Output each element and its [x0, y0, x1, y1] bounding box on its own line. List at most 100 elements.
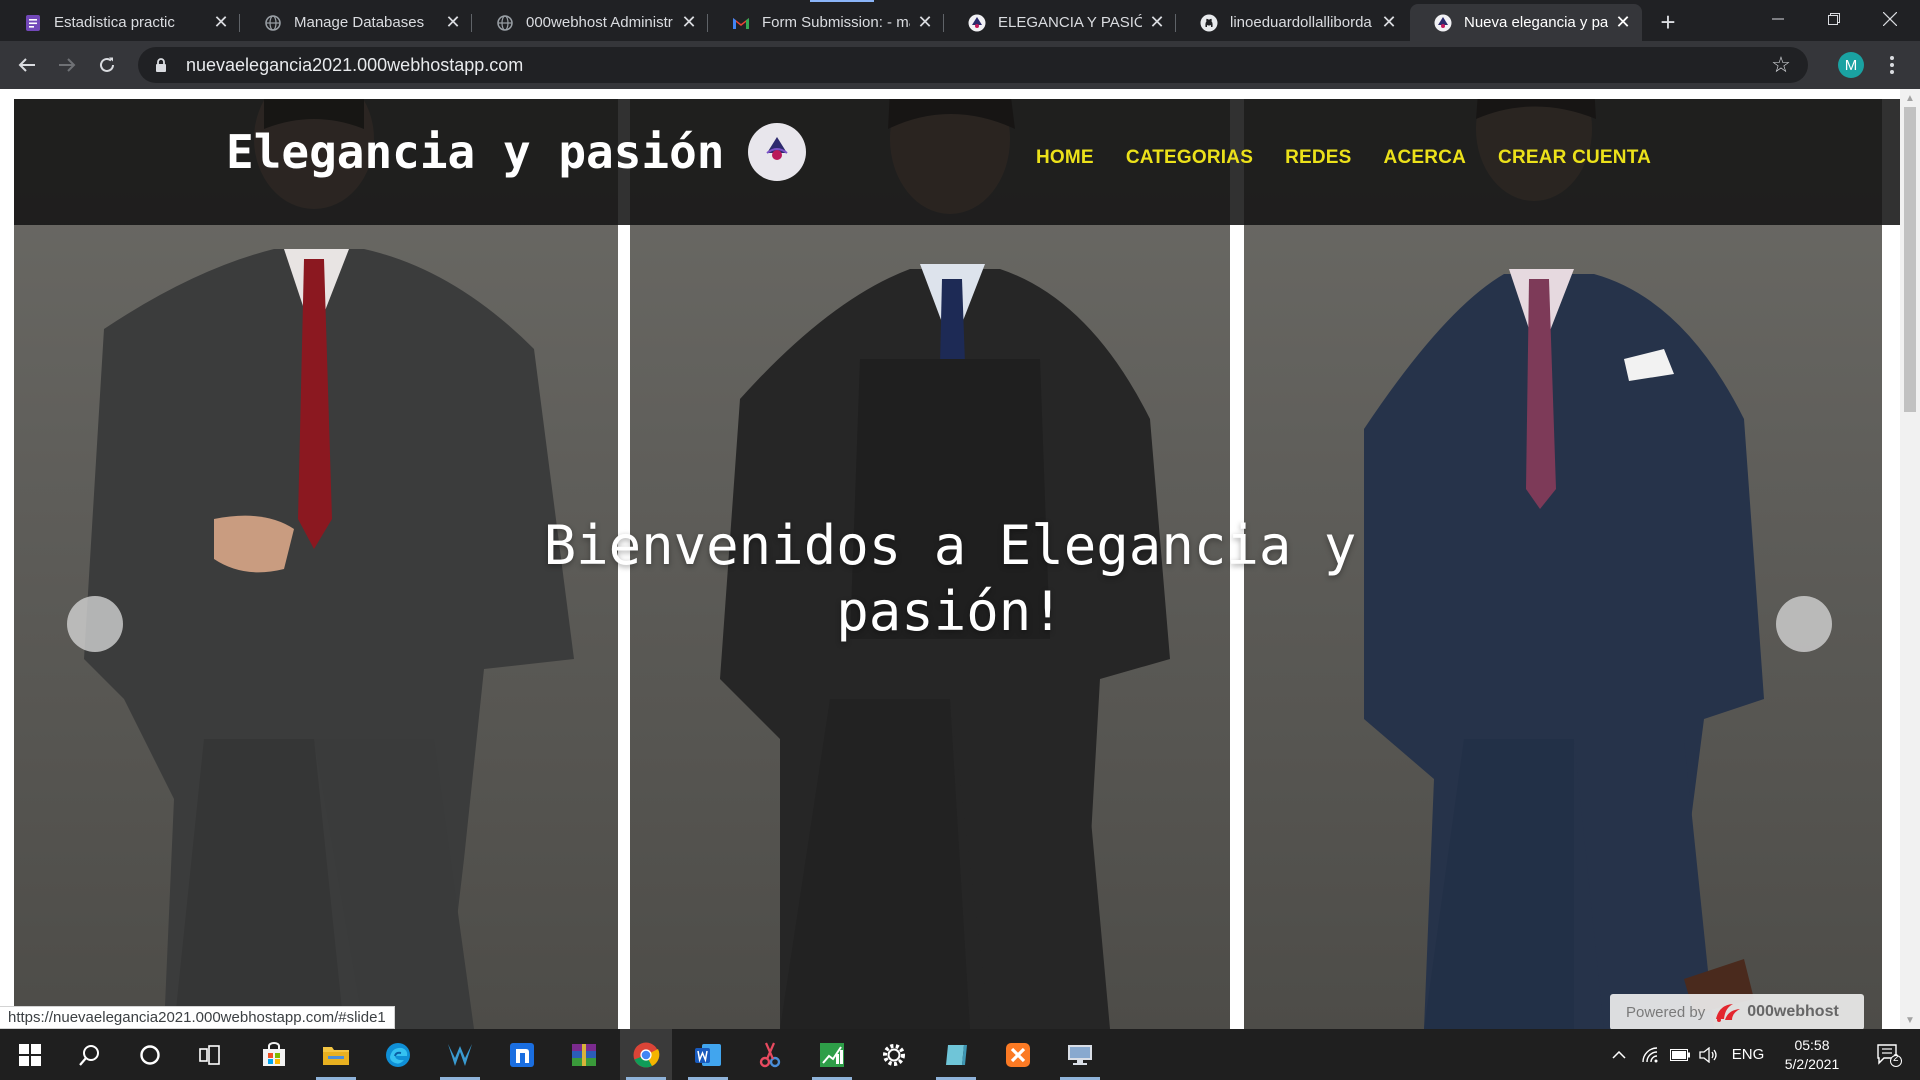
task-view-icon [199, 1044, 220, 1065]
scissors-icon [759, 1042, 781, 1067]
scroll-thumb[interactable] [1904, 107, 1916, 412]
close-icon [1883, 12, 1897, 26]
tab-000webhost-admin[interactable]: 000webhost Administr ✕ [472, 4, 708, 41]
note-app-icon [946, 1044, 967, 1065]
tab-title: linoeduardollalliborda [1230, 14, 1372, 31]
webhost-brand-name: 000webhost [1747, 1003, 1839, 1020]
site-title[interactable]: Elegancia y pasión [226, 125, 725, 179]
tab-elegancia[interactable]: ELEGANCIA Y PASIÓN ✕ [944, 4, 1176, 41]
lock-icon[interactable] [152, 56, 170, 74]
nav-acerca-link[interactable]: ACERCA [1384, 147, 1466, 169]
language-indicator[interactable]: ENG [1728, 1029, 1768, 1080]
wifi-icon [1642, 1046, 1658, 1062]
close-window-button[interactable] [1862, 0, 1918, 38]
webhost-logo-icon [1716, 1004, 1741, 1022]
new-tab-button[interactable]: + [1654, 7, 1682, 37]
tab-manage-databases[interactable]: Manage Databases ✕ [240, 4, 472, 41]
search-button[interactable] [64, 1029, 116, 1080]
monitor-icon [1068, 1044, 1092, 1065]
profile-avatar[interactable]: M [1838, 52, 1864, 78]
tab-estadistica[interactable]: Estadistica practic ✕ [0, 4, 240, 41]
fashion-logo[interactable] [748, 123, 806, 181]
forward-button[interactable] [51, 49, 83, 81]
slider-next-button[interactable] [1776, 596, 1832, 652]
show-hidden-icons-button[interactable] [1606, 1029, 1632, 1080]
globe-icon [496, 14, 514, 32]
xampp-app[interactable] [992, 1029, 1044, 1080]
chrome-app[interactable] [620, 1029, 672, 1080]
store-icon [263, 1041, 285, 1066]
address-bar[interactable]: nuevaelegancia2021.000webhostapp.com ☆ [138, 47, 1808, 83]
arrow-left-icon [18, 58, 35, 72]
main-navigation: HOME CATEGORIAS REDES ACERCA CREAR CUENT… [1036, 147, 1651, 169]
store-app[interactable] [248, 1029, 300, 1080]
winrar-app[interactable] [558, 1029, 610, 1080]
close-icon[interactable]: ✕ [680, 12, 698, 32]
nav-categorias-link[interactable]: CATEGORIAS [1126, 147, 1253, 169]
gmail-icon [732, 14, 750, 32]
taskbar-clock[interactable]: 05:58 5/2/2021 [1770, 1036, 1854, 1074]
nav-redes-link[interactable]: REDES [1285, 147, 1351, 169]
word-app[interactable] [682, 1029, 734, 1080]
n-app[interactable] [496, 1029, 548, 1080]
tab-github[interactable]: linoeduardollalliborda ✕ [1176, 4, 1408, 41]
snipping-tool-app[interactable] [744, 1029, 796, 1080]
slider-prev-button[interactable] [67, 596, 123, 652]
edge-app[interactable] [372, 1029, 424, 1080]
close-icon[interactable]: ✕ [1614, 12, 1632, 32]
file-explorer-app[interactable] [310, 1029, 362, 1080]
url-text[interactable]: nuevaelegancia2021.000webhostapp.com [186, 55, 523, 76]
webhost-brand: 000webhost [1713, 1001, 1839, 1023]
gear-icon [883, 1043, 905, 1066]
predator-app[interactable] [434, 1029, 486, 1080]
wifi-tray-icon[interactable] [1636, 1029, 1664, 1080]
battery-icon [1670, 1048, 1690, 1061]
nav-crear-cuenta-link[interactable]: CREAR CUENTA [1498, 147, 1651, 169]
site-logo-icon [1434, 14, 1452, 32]
action-center-button[interactable]: 2 [1864, 1029, 1914, 1080]
scroll-down-arrow-icon[interactable]: ▼ [1900, 1011, 1920, 1029]
page-viewport: Elegancia y pasión HOME CATEGORIAS REDES… [0, 89, 1900, 1029]
close-icon[interactable]: ✕ [1380, 12, 1398, 32]
cortana-button[interactable] [124, 1029, 176, 1080]
tab-nueva-elegancia[interactable]: Nueva elegancia y pasi ✕ [1410, 4, 1642, 41]
tab-form-submission[interactable]: Form Submission: - ma ✕ [708, 4, 944, 41]
notification-count: 2 [1893, 1053, 1899, 1064]
settings-app[interactable] [868, 1029, 920, 1080]
clock-date: 5/2/2021 [1784, 1056, 1840, 1072]
reload-button[interactable] [91, 49, 123, 81]
github-icon [1200, 14, 1218, 32]
winrar-icon [572, 1043, 596, 1066]
note-app[interactable] [930, 1029, 982, 1080]
close-icon[interactable]: ✕ [212, 12, 230, 32]
browser-menu-icon[interactable] [1880, 49, 1904, 81]
page-scrollbar[interactable]: ▲ ▼ [1900, 89, 1920, 1029]
restore-icon [1828, 13, 1840, 25]
hero-line-1: Bienvenidos a Elegancia y [543, 514, 1357, 577]
bookmark-star-icon[interactable]: ☆ [1770, 52, 1792, 77]
start-button[interactable] [4, 1029, 56, 1080]
minimize-icon [1772, 18, 1784, 20]
tab-title: Form Submission: - ma [762, 14, 910, 31]
battery-tray-icon[interactable] [1666, 1029, 1694, 1080]
remote-desktop-app[interactable] [1054, 1029, 1106, 1080]
restore-button[interactable] [1806, 0, 1862, 38]
chevron-up-icon [1612, 1050, 1626, 1059]
volume-tray-icon[interactable] [1694, 1029, 1724, 1080]
windows-logo-icon [19, 1043, 41, 1066]
link-status-bar: https://nuevaelegancia2021.000webhostapp… [0, 1006, 395, 1029]
close-icon[interactable]: ✕ [916, 12, 934, 32]
nav-home-link[interactable]: HOME [1036, 147, 1094, 169]
word-icon [695, 1043, 721, 1066]
browser-toolbar: nuevaelegancia2021.000webhostapp.com ☆ M [0, 41, 1920, 89]
back-button[interactable] [11, 49, 43, 81]
stats-app[interactable] [806, 1029, 858, 1080]
close-icon[interactable]: ✕ [444, 12, 462, 32]
task-view-button[interactable] [184, 1029, 236, 1080]
close-icon[interactable]: ✕ [1148, 12, 1166, 32]
minimize-button[interactable] [1750, 0, 1806, 38]
tab-title: Estadistica practic [54, 14, 175, 31]
browser-tab-strip: Estadistica practic ✕ Manage Databases ✕… [0, 0, 1920, 41]
scroll-up-arrow-icon[interactable]: ▲ [1900, 89, 1920, 107]
powered-by-badge[interactable]: Powered by 000webhost [1610, 994, 1864, 1029]
